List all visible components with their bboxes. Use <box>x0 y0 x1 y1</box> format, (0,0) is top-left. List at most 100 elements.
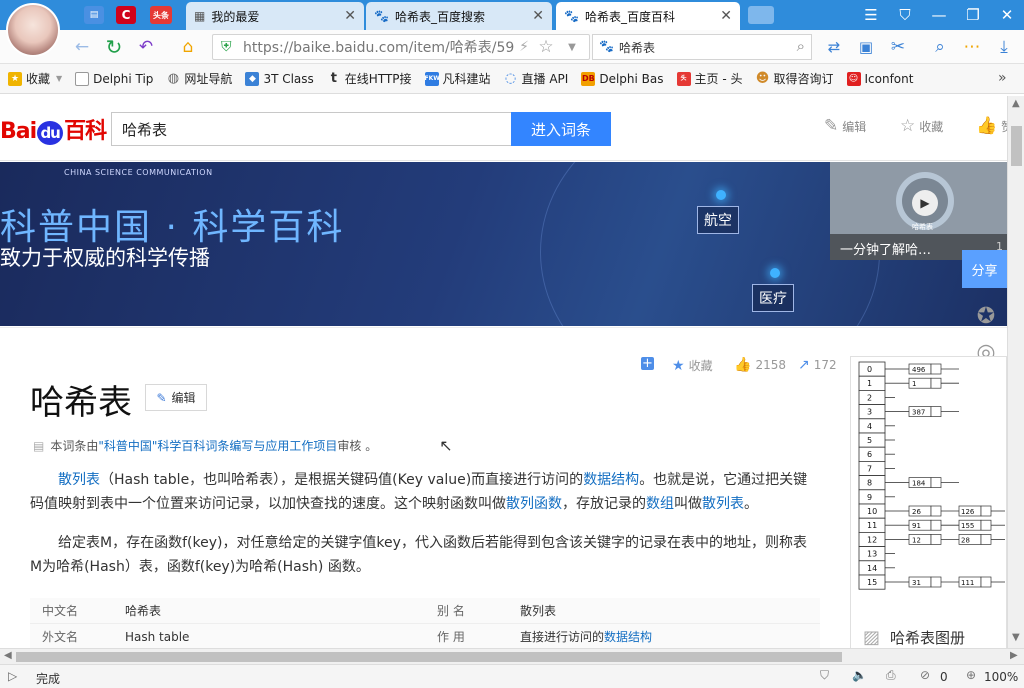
banner-tag-medical[interactable]: 医疗 <box>752 284 794 312</box>
bookmark-fkw[interactable]: FKW 凡科建站 <box>424 70 491 87</box>
science-banner[interactable]: CHINA SCIENCE COMMUNICATION 科普中国 · 科学百科 … <box>0 162 1007 326</box>
vertical-scrollbar[interactable]: ▲ ▼ <box>1007 96 1024 648</box>
more-icon[interactable]: ⋯ <box>960 35 984 59</box>
add-button[interactable]: + <box>641 357 658 370</box>
close-icon[interactable]: ✕ <box>532 8 544 24</box>
like-button[interactable]: 👍 2158 <box>734 357 786 373</box>
hash-index-label: 12 <box>867 535 877 544</box>
chevron-down-icon[interactable]: ▼ <box>560 35 584 59</box>
share-count-button[interactable]: ↗ 172 <box>798 357 837 373</box>
tab-favorites[interactable]: ▦ 我的最爱 ✕ <box>186 2 364 30</box>
close-icon[interactable]: ✕ <box>344 8 356 24</box>
bookmark-homepage[interactable]: 头主页 - 头 <box>676 70 742 87</box>
iconfont-icon: ☺ <box>846 71 861 86</box>
new-tab-button[interactable] <box>748 6 774 24</box>
link-array[interactable]: 数组 <box>646 496 674 512</box>
bookmark-nav[interactable]: ◍ 网址导航 <box>166 70 233 87</box>
hash-index-label: 6 <box>867 450 872 459</box>
zoom-icon[interactable]: ⊕ <box>966 668 976 682</box>
scroll-down-icon[interactable]: ▼ <box>1012 632 1020 643</box>
translate-icon[interactable]: ⇄ <box>822 35 846 59</box>
tab-favicon-toutiao-icon[interactable]: 头条 <box>150 6 172 24</box>
restore-icon[interactable]: ❐ <box>962 4 984 26</box>
album-caption[interactable]: ▨ 哈希表图册 <box>863 627 965 648</box>
tab-favicon-c-icon[interactable]: C <box>116 6 136 24</box>
star-icon[interactable]: ☆ <box>534 35 558 59</box>
baidu-baike-logo[interactable]: Bai du 百科 <box>0 113 107 145</box>
link-data-structure[interactable]: 数据结构 <box>583 472 639 488</box>
play-icon[interactable]: ▶ <box>912 190 938 216</box>
info-link-hash-list[interactable]: 散列表 <box>520 602 820 619</box>
baidu-paw-icon: 🐾 <box>374 9 389 23</box>
collect-button[interactable]: ★ 收藏 <box>672 357 713 374</box>
scroll-up-icon[interactable]: ▲ <box>1012 98 1020 109</box>
scissors-icon[interactable]: ✂ <box>886 35 910 59</box>
print-icon[interactable]: ⎙ <box>886 668 896 683</box>
bookmark-iconfont[interactable]: ☺ Iconfont <box>846 71 913 86</box>
edit-button[interactable]: ✎ 编辑 <box>145 384 207 411</box>
hash-node-pointer <box>930 477 942 488</box>
adblock-icon[interactable]: ⊘ <box>920 668 930 682</box>
bookmark-delphi-bas[interactable]: DB Delphi Bas <box>581 71 664 86</box>
menu-icon[interactable]: ☰ <box>860 4 882 26</box>
star-icon: ★ <box>672 357 685 374</box>
close-window-icon[interactable]: ✕ <box>996 4 1018 26</box>
skin-icon[interactable]: ⛉ <box>894 4 916 26</box>
grid-icon: ▦ <box>194 9 206 23</box>
bookmark-live-api[interactable]: ◌ 直播 API <box>504 70 568 87</box>
enter-entry-button[interactable]: 进入词条 <box>511 112 611 146</box>
entry-search-input[interactable]: 哈希表 <box>111 112 511 146</box>
bookmark-consult[interactable]: ☻ 取得咨询订 <box>755 70 834 87</box>
screenshot-icon[interactable]: ▣ <box>854 35 878 59</box>
more-bookmarks-icon[interactable]: » <box>998 70 1007 86</box>
bookmark-http[interactable]: t 在线HTTP接 <box>327 70 412 87</box>
search-input[interactable]: 🐾 哈希表 ⌕ <box>592 34 812 60</box>
intro-paragraph: 散列表（Hash table，也叫哈希表），是根据关键码值(Key value)… <box>30 472 808 512</box>
shield-icon[interactable]: ⛉ <box>820 668 829 683</box>
undo-close-icon[interactable]: ↶ <box>134 35 158 59</box>
header-collect-button[interactable]: ☆ 收藏 <box>900 116 943 136</box>
hash-node-pointer <box>930 363 942 375</box>
link-hash-function[interactable]: 散列函数 <box>506 496 562 512</box>
horizontal-scroll-thumb[interactable] <box>16 652 842 662</box>
tab-label: 哈希表_百度百科 <box>584 9 675 24</box>
tab-baidu-baike[interactable]: 🐾 哈希表_百度百科 ✕ <box>556 2 740 30</box>
zoom-level[interactable]: 100% <box>984 670 1018 684</box>
close-icon[interactable]: ✕ <box>720 8 732 24</box>
lightning-icon[interactable]: ⚡ <box>512 35 536 59</box>
tab-favicon-document-icon[interactable]: ▤ <box>84 6 104 24</box>
pencil-icon: ✎ <box>156 390 167 405</box>
link-hash-list[interactable]: 散列表 <box>58 472 100 488</box>
hash-node-pointer <box>930 534 942 545</box>
scroll-right-icon[interactable]: ▶ <box>1010 650 1018 661</box>
qzone-star-icon[interactable]: ✪ <box>972 302 1000 330</box>
refresh-icon[interactable]: ↻ <box>102 35 126 59</box>
gallery-icon: ▨ <box>863 627 881 648</box>
tab-baidu-search[interactable]: 🐾 哈希表_百度搜索 ✕ <box>366 2 552 30</box>
speaker-icon[interactable]: 🔈 <box>852 668 867 682</box>
vertical-scroll-thumb[interactable] <box>1011 126 1022 166</box>
hash-node-value: 12 <box>912 536 921 544</box>
sidebar-toggle-icon[interactable]: ▷ <box>8 669 17 683</box>
find-icon[interactable]: ⌕ <box>928 35 952 59</box>
bookmark-favorites[interactable]: ★ 收藏 ▼ <box>8 70 62 87</box>
banner-tag-aviation[interactable]: 航空 <box>697 206 739 234</box>
bookmark-delphi-tip[interactable]: Delphi Tip <box>75 71 153 86</box>
video-card[interactable]: ▶ 哈希表 一分钟了解哈… 1 <box>830 162 1007 260</box>
share-button[interactable]: 分享 <box>962 250 1007 288</box>
search-icon[interactable]: ⌕ <box>797 37 805 55</box>
info-link-data-structure[interactable]: 数据结构 <box>604 630 652 644</box>
minimize-icon[interactable]: — <box>928 4 950 26</box>
back-icon[interactable]: ← <box>70 35 94 59</box>
avatar[interactable] <box>6 3 60 57</box>
horizontal-scrollbar[interactable]: ◀ ▶ <box>0 648 1024 664</box>
audit-org-link[interactable]: "科普中国"科学百科词条编写与应用工作项目 <box>98 437 337 454</box>
link-hash-list-2[interactable]: 散列表 <box>702 496 744 512</box>
hash-node-value: 91 <box>912 522 921 530</box>
bookmark-3tclass[interactable]: ◆ 3T Class <box>245 71 314 86</box>
header-edit-button[interactable]: ✎ 编辑 <box>824 116 866 136</box>
image-album[interactable]: 0 496 1 1 2 3 387 4 5 6 7 8 184 9 10 26 126 11 91 155 12 12 28… <box>850 356 1007 650</box>
scroll-left-icon[interactable]: ◀ <box>4 650 12 661</box>
home-icon[interactable]: ⌂ <box>176 35 200 59</box>
download-icon[interactable]: ⤓ <box>992 35 1016 59</box>
